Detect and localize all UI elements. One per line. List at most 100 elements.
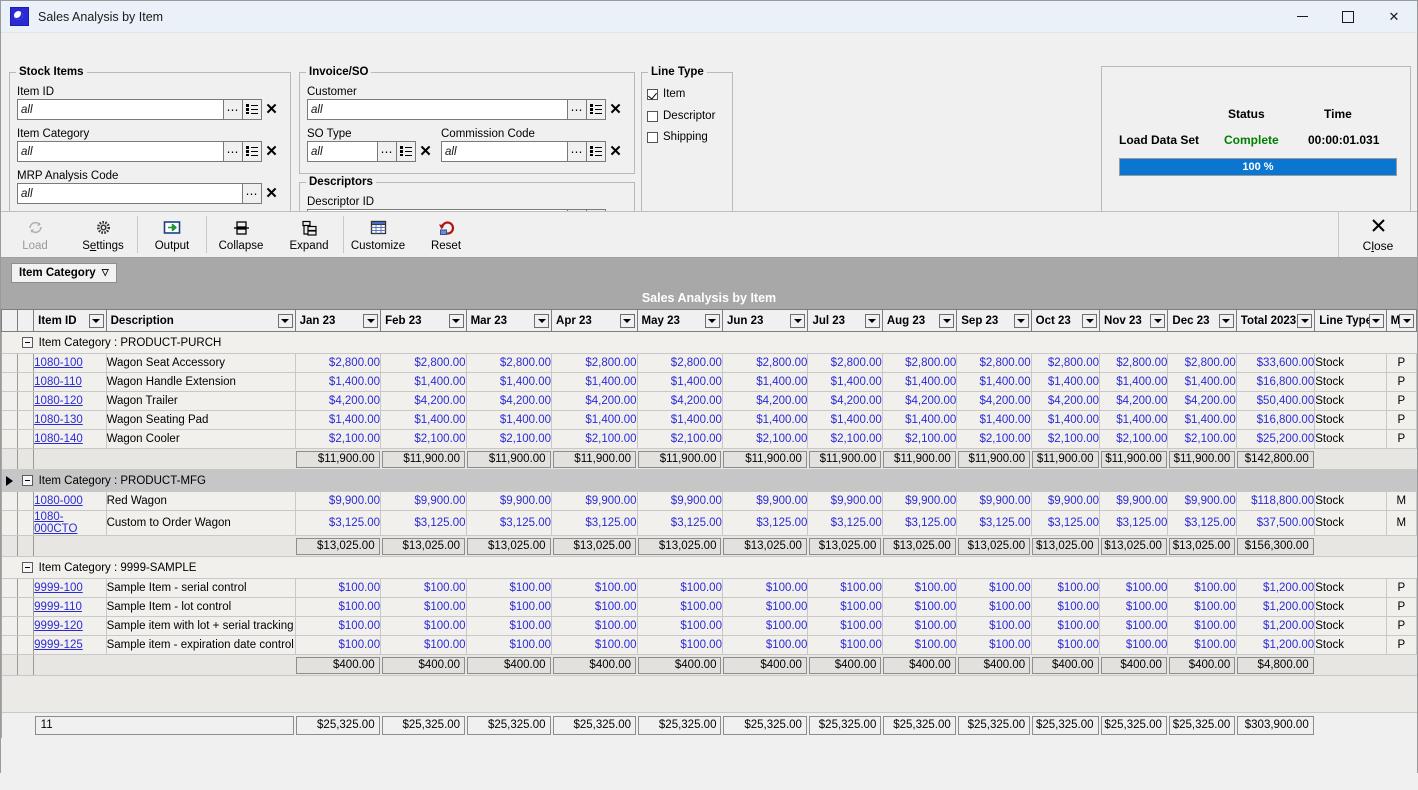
column-filter-dropdown-icon[interactable] <box>1013 313 1029 328</box>
table-row[interactable]: 9999-100 Sample Item - serial control $100… <box>1 578 1418 598</box>
mrp-analysis-code-field[interactable]: all ⋯ ✕ <box>17 183 281 204</box>
item-id-link[interactable]: 9999-100 <box>34 582 83 594</box>
column-header-total-2023[interactable]: Total 2023 <box>1235 309 1316 332</box>
column-filter-dropdown-icon[interactable] <box>704 313 720 328</box>
commission-list-icon[interactable] <box>587 141 606 162</box>
item-category-ellipsis-icon[interactable]: ⋯ <box>224 141 243 162</box>
so-type-list-icon[interactable] <box>397 141 416 162</box>
item-id-link[interactable]: 9999-110 <box>34 601 82 613</box>
table-row[interactable]: 1080-100 Wagon Seat Accessory $2,800.00 $2,… <box>1 353 1418 373</box>
column-filter-dropdown-icon[interactable] <box>790 313 806 328</box>
item-category-field[interactable]: all ⋯ ✕ <box>17 141 281 162</box>
item-id-link[interactable]: 9999-125 <box>34 639 83 651</box>
item-id-link[interactable]: 1080-110 <box>34 376 82 388</box>
customize-button[interactable]: Customize <box>344 212 412 257</box>
column-filter-dropdown-icon[interactable] <box>1218 313 1234 328</box>
commission-clear-icon[interactable]: ✕ <box>606 141 625 162</box>
column-filter-dropdown-icon[interactable] <box>363 313 379 328</box>
commission-code-field[interactable]: all ⋯ ✕ <box>441 141 625 162</box>
column-header-mar-23[interactable]: Mar 23 <box>465 309 553 332</box>
column-header-aug-23[interactable]: Aug 23 <box>881 309 958 332</box>
close-button[interactable]: Close <box>1338 212 1417 257</box>
item-id-link[interactable]: 1080-120 <box>34 395 83 407</box>
line-type-descriptor-checkbox[interactable]: Descriptor <box>647 110 715 122</box>
maximize-button[interactable] <box>1325 1 1371 32</box>
item-id-link[interactable]: 1080-000CTO <box>34 511 77 535</box>
so-type-clear-icon[interactable]: ✕ <box>416 141 435 162</box>
cell-item-id[interactable]: 1080-000 <box>33 491 107 511</box>
minimize-button[interactable] <box>1279 1 1325 32</box>
column-filter-dropdown-icon[interactable] <box>1297 313 1313 328</box>
so-type-ellipsis-icon[interactable]: ⋯ <box>378 141 397 162</box>
mrp-clear-icon[interactable]: ✕ <box>262 183 281 204</box>
column-header-jan-23[interactable]: Jan 23 <box>294 309 382 332</box>
column-header-feb-23[interactable]: Feb 23 <box>380 309 467 332</box>
column-filter-dropdown-icon[interactable] <box>277 313 293 328</box>
close-window-button[interactable]: ✕ <box>1371 1 1417 32</box>
column-filter-dropdown-icon[interactable] <box>1368 313 1384 328</box>
settings-button[interactable]: Settings <box>69 212 137 257</box>
tab-item-category[interactable]: Item Category ▽ <box>11 262 117 283</box>
load-button[interactable]: Load <box>1 212 69 257</box>
customer-clear-icon[interactable]: ✕ <box>606 99 625 120</box>
customer-list-icon[interactable] <box>587 99 606 120</box>
column-filter-dropdown-icon[interactable] <box>619 313 635 328</box>
item-category-clear-icon[interactable]: ✕ <box>262 141 281 162</box>
column-header-sep-23[interactable]: Sep 23 <box>956 309 1032 332</box>
column-header-oct-23[interactable]: Oct 23 <box>1030 309 1101 332</box>
commission-ellipsis-icon[interactable]: ⋯ <box>568 141 587 162</box>
customer-input[interactable]: all <box>307 99 568 120</box>
reset-button[interactable]: Reset <box>412 212 480 257</box>
column-header-m-p[interactable]: M/P <box>1385 309 1418 332</box>
table-row[interactable]: 1080-000 Red Wagon $9,900.00 $9,900.00 $9,90… <box>1 491 1418 511</box>
group-collapse-toggle[interactable] <box>21 475 33 486</box>
table-row[interactable]: 9999-120 Sample item with lot + serial tr… <box>1 616 1418 636</box>
table-row[interactable]: 9999-110 Sample Item - lot control $100.00… <box>1 597 1418 617</box>
table-row[interactable]: 1080-110 Wagon Handle Extension $1,400.00 $… <box>1 372 1418 392</box>
cell-item-id[interactable]: 1080-130 <box>33 410 107 430</box>
collapse-button[interactable]: Collapse <box>207 212 275 257</box>
item-id-clear-icon[interactable]: ✕ <box>262 99 281 120</box>
group-collapse-toggle[interactable] <box>21 337 33 348</box>
item-id-input[interactable]: all <box>17 99 224 120</box>
mrp-analysis-code-input[interactable]: all <box>17 183 243 204</box>
table-row[interactable]: 1080-000CTO Custom to Order Wagon $3,125.0… <box>1 510 1418 536</box>
cell-item-id[interactable]: 9999-120 <box>33 616 107 636</box>
table-row[interactable]: 9999-125 Sample item - expiration date co… <box>1 635 1418 655</box>
item-category-list-icon[interactable] <box>243 141 262 162</box>
group-header-row[interactable]: Item Category : 9999-SAMPLE <box>1 556 1417 579</box>
table-row[interactable]: 1080-120 Wagon Trailer $4,200.00 $4,200.00 $… <box>1 391 1418 411</box>
column-header-jul-23[interactable]: Jul 23 <box>807 309 883 332</box>
cell-item-id[interactable]: 1080-110 <box>33 372 107 392</box>
line-type-item-checkbox[interactable]: Item <box>647 88 685 100</box>
column-filter-dropdown-icon[interactable] <box>864 313 880 328</box>
column-header-nov-23[interactable]: Nov 23 <box>1099 309 1169 332</box>
table-row[interactable]: 1080-140 Wagon Cooler $2,100.00 $2,100.00 $2… <box>1 429 1418 449</box>
item-id-link[interactable]: 1080-100 <box>34 357 83 369</box>
cell-item-id[interactable]: 9999-110 <box>33 597 107 617</box>
cell-item-id[interactable]: 1080-100 <box>33 353 107 373</box>
item-id-link[interactable]: 1080-130 <box>34 414 83 426</box>
item-id-ellipsis-icon[interactable]: ⋯ <box>224 99 243 120</box>
cell-item-id[interactable]: 1080-140 <box>33 429 107 449</box>
group-collapse-toggle[interactable] <box>21 562 33 573</box>
cell-item-id[interactable]: 9999-100 <box>33 578 107 598</box>
item-id-link[interactable]: 1080-000 <box>34 495 83 507</box>
cell-item-id[interactable]: 1080-120 <box>33 391 107 411</box>
item-id-link[interactable]: 1080-140 <box>34 433 83 445</box>
column-header-may-23[interactable]: May 23 <box>636 309 723 332</box>
item-id-link[interactable]: 9999-120 <box>34 620 83 632</box>
table-row[interactable]: 1080-130 Wagon Seating Pad $1,400.00 $1,400… <box>1 410 1418 430</box>
column-header-dec-23[interactable]: Dec 23 <box>1167 309 1237 332</box>
item-id-field[interactable]: all ⋯ ✕ <box>17 99 281 120</box>
commission-code-input[interactable]: all <box>441 141 568 162</box>
expand-button[interactable]: Expand <box>275 212 343 257</box>
item-category-input[interactable]: all <box>17 141 224 162</box>
column-filter-dropdown-icon[interactable] <box>939 313 955 328</box>
group-header-row[interactable]: Item Category : PRODUCT-PURCH <box>1 331 1417 354</box>
item-id-list-icon[interactable] <box>243 99 262 120</box>
column-header-item-id[interactable]: Item ID <box>33 309 107 332</box>
output-button[interactable]: Output <box>138 212 206 257</box>
column-header-line-type[interactable]: Line Type <box>1314 309 1387 332</box>
mrp-ellipsis-icon[interactable]: ⋯ <box>243 183 262 204</box>
